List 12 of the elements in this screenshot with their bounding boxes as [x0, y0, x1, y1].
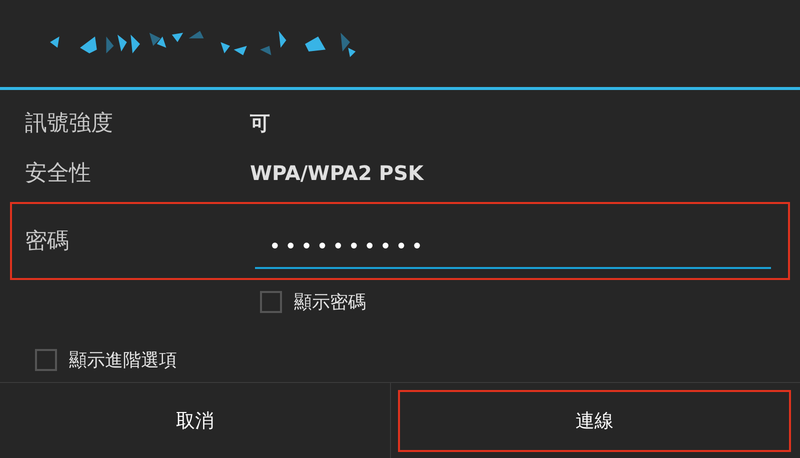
- password-label: 密碼: [25, 228, 70, 256]
- field-label: 安全性: [25, 160, 92, 188]
- checkbox-label: 顯示進階選項: [69, 349, 177, 372]
- password-field[interactable]: ••••••••••: [255, 225, 771, 270]
- field-label: 訊號強度: [25, 110, 114, 138]
- dialog-button[interactable]: 取消: [0, 383, 390, 458]
- checkbox[interactable]: [35, 349, 57, 372]
- checkbox[interactable]: [260, 291, 282, 314]
- checkbox-label: 顯示密碼: [294, 291, 366, 314]
- field-value: 可: [250, 110, 270, 137]
- dialog-button[interactable]: 連線: [398, 390, 791, 452]
- field-value: WPA/WPA2 PSK: [250, 161, 424, 186]
